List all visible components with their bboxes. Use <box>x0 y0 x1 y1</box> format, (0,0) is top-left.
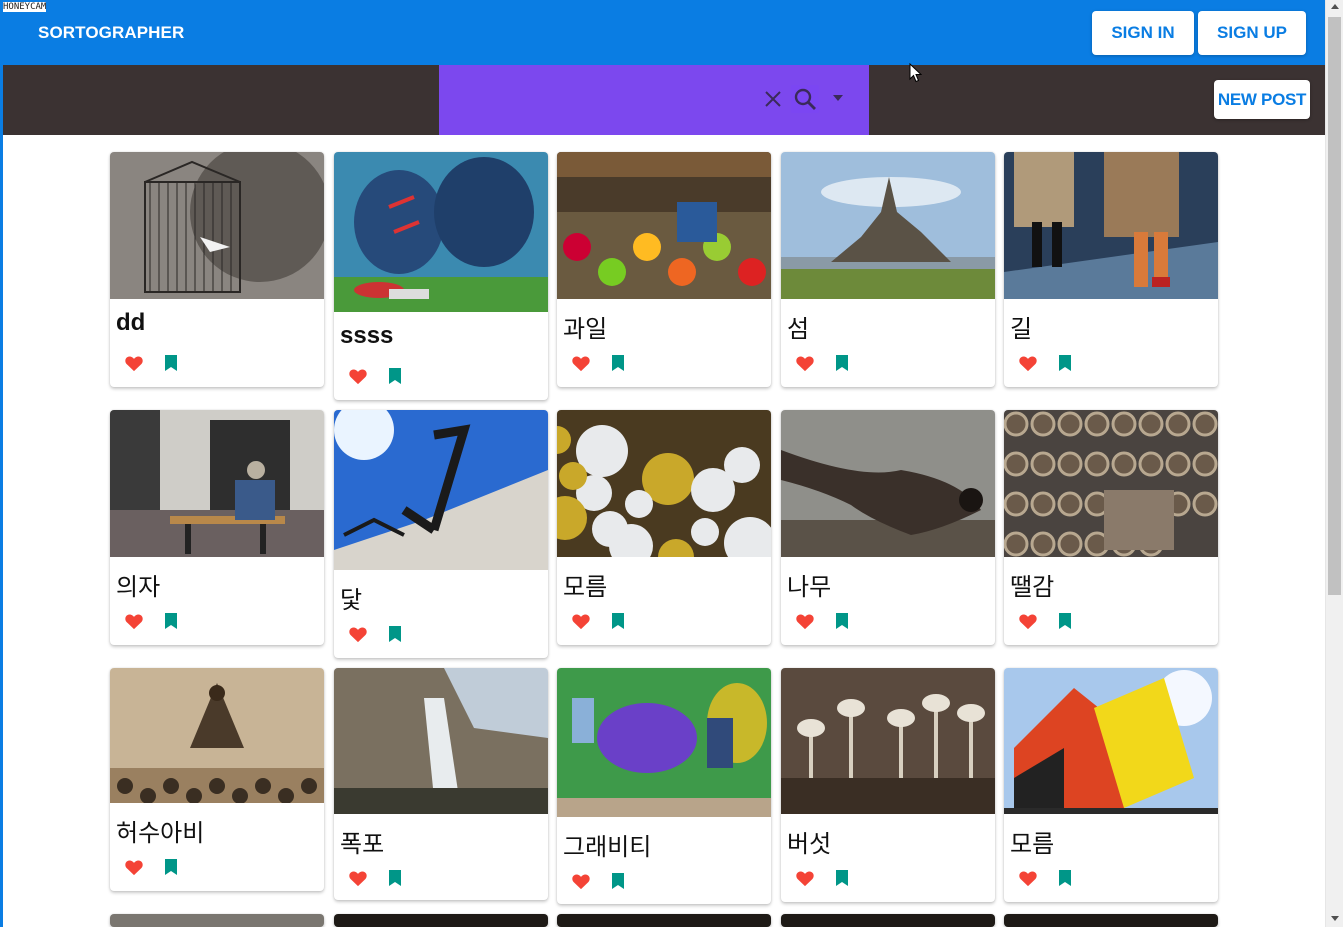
post-title: 버섯 <box>787 830 832 858</box>
app-bar: SORTOGRAPHER SIGN IN SIGN UP <box>3 0 1325 65</box>
post-title: 모름 <box>1010 830 1055 858</box>
bookmark-icon[interactable] <box>835 612 849 630</box>
post-card-partial[interactable] <box>110 914 324 927</box>
scroll-thumb[interactable] <box>1328 17 1341 595</box>
post-card[interactable]: 땔감 <box>1004 410 1218 645</box>
bookmark-icon[interactable] <box>1058 354 1072 372</box>
search-bar <box>439 65 869 135</box>
post-image[interactable] <box>1004 152 1218 299</box>
brand-title[interactable]: SORTOGRAPHER <box>38 23 184 43</box>
post-card[interactable]: dd <box>110 152 324 387</box>
bookmark-icon[interactable] <box>388 625 402 643</box>
heart-icon[interactable] <box>571 354 591 372</box>
bookmark-icon[interactable] <box>164 612 178 630</box>
post-image[interactable] <box>110 668 324 803</box>
heart-icon[interactable] <box>571 612 591 630</box>
scroll-up-arrow-icon[interactable] <box>1331 4 1339 9</box>
post-image[interactable] <box>110 410 324 557</box>
post-card-partial[interactable] <box>557 914 771 927</box>
post-card[interactable]: 그래비티 <box>557 668 771 904</box>
post-card[interactable]: 길 <box>1004 152 1218 387</box>
post-card[interactable]: 과일 <box>557 152 771 387</box>
post-card-partial[interactable] <box>334 914 548 927</box>
post-image[interactable] <box>557 152 771 299</box>
bookmark-icon[interactable] <box>611 354 625 372</box>
post-image[interactable] <box>781 410 995 557</box>
bookmark-icon[interactable] <box>835 869 849 887</box>
post-image[interactable] <box>1004 668 1218 814</box>
bookmark-icon[interactable] <box>835 354 849 372</box>
post-title: 허수아비 <box>116 819 205 847</box>
bookmark-icon[interactable] <box>611 872 625 890</box>
bookmark-icon[interactable] <box>611 612 625 630</box>
post-title: 땔감 <box>1010 573 1055 601</box>
toolbar: NEW POST <box>3 65 1325 135</box>
post-image[interactable] <box>557 668 771 817</box>
post-card[interactable]: 모름 <box>1004 668 1218 902</box>
search-icon[interactable] <box>791 85 819 113</box>
heart-icon[interactable] <box>1018 612 1038 630</box>
post-card[interactable]: 의자 <box>110 410 324 645</box>
post-title: 과일 <box>563 315 608 343</box>
post-card[interactable]: ssss <box>334 152 548 400</box>
new-post-button[interactable]: NEW POST <box>1214 80 1310 119</box>
heart-icon[interactable] <box>348 625 368 643</box>
bookmark-icon[interactable] <box>164 354 178 372</box>
heart-icon[interactable] <box>348 869 368 887</box>
heart-icon[interactable] <box>795 354 815 372</box>
heart-icon[interactable] <box>795 869 815 887</box>
bookmark-icon[interactable] <box>1058 869 1072 887</box>
post-card-partial[interactable] <box>781 914 995 927</box>
post-image[interactable] <box>334 410 548 570</box>
post-title: ssss <box>340 322 394 349</box>
bookmark-icon[interactable] <box>164 858 178 876</box>
post-title: dd <box>116 309 146 336</box>
post-card-partial[interactable] <box>1004 914 1218 927</box>
heart-icon[interactable] <box>1018 869 1038 887</box>
post-image[interactable] <box>781 152 995 299</box>
post-title: 닻 <box>340 586 363 614</box>
post-card[interactable]: 폭포 <box>334 668 548 900</box>
scrollbar[interactable] <box>1325 0 1343 927</box>
bookmark-icon[interactable] <box>388 869 402 887</box>
scroll-down-arrow-icon[interactable] <box>1331 916 1339 921</box>
post-card[interactable]: 섬 <box>781 152 995 387</box>
post-card[interactable]: 닻 <box>334 410 548 658</box>
post-image[interactable] <box>1004 410 1218 557</box>
post-image[interactable] <box>334 152 548 312</box>
heart-icon[interactable] <box>124 354 144 372</box>
post-image[interactable] <box>110 152 324 299</box>
post-title: 나무 <box>787 573 832 601</box>
post-image[interactable] <box>557 410 771 557</box>
post-card[interactable]: 모름 <box>557 410 771 645</box>
post-card[interactable]: 나무 <box>781 410 995 645</box>
post-title: 의자 <box>116 573 161 601</box>
close-icon[interactable] <box>761 87 785 111</box>
heart-icon[interactable] <box>571 872 591 890</box>
sign-up-button[interactable]: SIGN UP <box>1198 11 1306 55</box>
watermark: HONEYCAM <box>3 2 47 12</box>
post-card[interactable]: 허수아비 <box>110 668 324 891</box>
heart-icon[interactable] <box>1018 354 1038 372</box>
post-title: 섬 <box>787 315 810 343</box>
post-card[interactable]: 버섯 <box>781 668 995 902</box>
mouse-cursor-icon <box>909 63 922 83</box>
post-title: 그래비티 <box>563 833 652 861</box>
search-input[interactable] <box>451 83 751 117</box>
post-image[interactable] <box>334 668 548 814</box>
post-image[interactable] <box>781 668 995 814</box>
heart-icon[interactable] <box>348 367 368 385</box>
bookmark-icon[interactable] <box>1058 612 1072 630</box>
dropdown-arrow-icon[interactable] <box>831 93 845 103</box>
post-title: 모름 <box>563 573 608 601</box>
window-left-edge <box>0 0 3 927</box>
post-title: 길 <box>1010 315 1033 343</box>
heart-icon[interactable] <box>124 612 144 630</box>
sign-in-button[interactable]: SIGN IN <box>1092 11 1194 55</box>
bookmark-icon[interactable] <box>388 367 402 385</box>
post-title: 폭포 <box>340 830 385 858</box>
heart-icon[interactable] <box>795 612 815 630</box>
heart-icon[interactable] <box>124 858 144 876</box>
